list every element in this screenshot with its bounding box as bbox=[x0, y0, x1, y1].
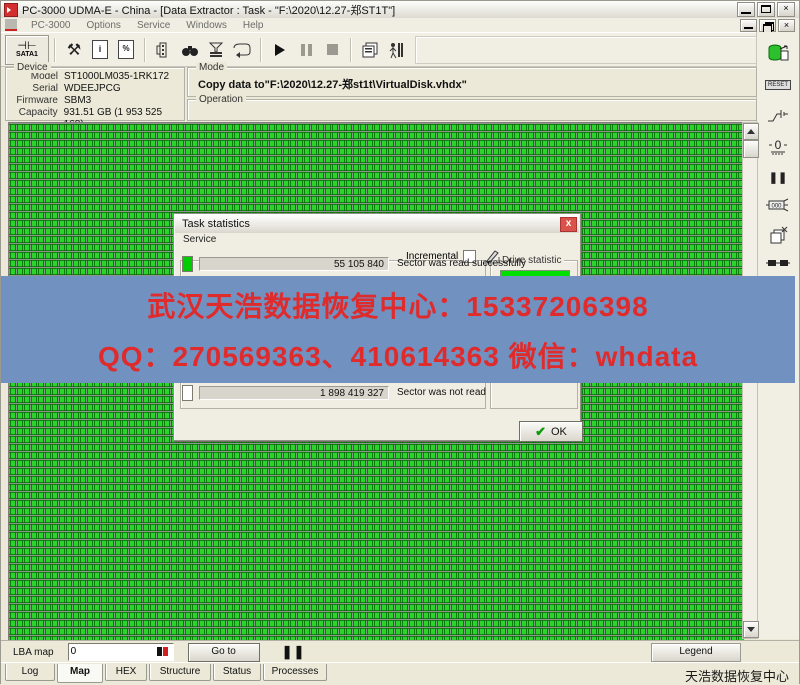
legend-button[interactable]: Legend bbox=[651, 643, 741, 662]
main-window: PC-3000 UDMA-E - China - [Data Extractor… bbox=[0, 0, 800, 684]
menu-pc3000[interactable]: PC-3000 bbox=[23, 20, 78, 31]
start-icon[interactable] bbox=[267, 37, 293, 63]
dialog-title: Task statistics bbox=[182, 218, 250, 230]
lba-input[interactable] bbox=[71, 645, 151, 657]
title-bar: PC-3000 UDMA-E - China - [Data Extractor… bbox=[1, 1, 799, 19]
mode-value: Copy data to"F:\2020\12.27-郑st1t\Virtual… bbox=[188, 68, 756, 92]
tab-status[interactable]: Status bbox=[213, 664, 261, 681]
dialog-close-icon[interactable]: x bbox=[560, 217, 577, 232]
lba-bar: LBA map Go to ❚❚ Legend bbox=[1, 640, 799, 663]
menu-bar: PC-3000 Options Service Windows Help × bbox=[1, 18, 799, 32]
operation-panel-title: Operation bbox=[196, 94, 246, 105]
maximize-button[interactable] bbox=[757, 2, 775, 17]
ok-check-icon: ✔ bbox=[535, 427, 546, 437]
mdi-restore-button[interactable] bbox=[759, 19, 776, 32]
read-ok-count: 55 105 840 bbox=[199, 257, 389, 271]
lba-input-wrap bbox=[68, 643, 174, 661]
copy-sectors-icon[interactable] bbox=[357, 37, 383, 63]
odometer-icon[interactable]: 000 bbox=[757, 192, 799, 218]
ok-button[interactable]: ✔ OK bbox=[519, 421, 583, 442]
menu-help[interactable]: Help bbox=[235, 20, 272, 31]
watermark-line2: QQ：270569363、410614363 微信：whdata bbox=[98, 335, 698, 375]
pause-icon[interactable] bbox=[293, 37, 319, 63]
drive-resources-icon[interactable]: % bbox=[113, 37, 139, 63]
watermark-footer: 天浩数据恢复中心 bbox=[685, 666, 789, 685]
mode-panel: Mode Copy data to"F:\2020\12.27-郑st1t\Vi… bbox=[187, 67, 757, 97]
device-panel-title: Device bbox=[14, 62, 51, 73]
task-icon[interactable] bbox=[151, 37, 177, 63]
stat-row-read-ok: 55 105 840 Sector was read successfully bbox=[182, 256, 526, 271]
app-icon bbox=[4, 3, 18, 17]
zero-gauge-icon[interactable]: 0 bbox=[757, 134, 799, 160]
read-ok-swatch bbox=[182, 256, 193, 272]
read-ok-label: Sector was read successfully bbox=[397, 258, 526, 269]
sata1-port-button[interactable]: ⊣⊢ SATA1 bbox=[5, 35, 49, 65]
scroll-thumb[interactable] bbox=[743, 140, 759, 158]
not-read-count: 1 898 419 327 bbox=[199, 386, 389, 400]
menu-options[interactable]: Options bbox=[78, 20, 128, 31]
mdi-child-icon bbox=[5, 19, 17, 31]
minimize-button[interactable] bbox=[737, 2, 755, 17]
mode-panel-title: Mode bbox=[196, 62, 227, 73]
exit-task-icon[interactable] bbox=[383, 37, 409, 63]
scroll-up-icon[interactable] bbox=[743, 123, 759, 140]
menu-service[interactable]: Service bbox=[129, 20, 178, 31]
dialog-title-bar[interactable]: Task statistics bbox=[175, 215, 579, 233]
tab-map[interactable]: Map bbox=[57, 664, 103, 683]
write-virtual-disk-icon[interactable] bbox=[757, 40, 799, 66]
mdi-close-button[interactable]: × bbox=[778, 19, 795, 32]
mdi-minimize-button[interactable] bbox=[740, 19, 757, 32]
dialog-menu-service[interactable]: Service bbox=[174, 234, 580, 249]
pause-task-icon[interactable]: ❚❚ bbox=[757, 164, 799, 190]
watermark-line1: 武汉天浩数据恢复中心：15337206398 bbox=[147, 285, 648, 325]
clear-copies-icon[interactable] bbox=[757, 222, 799, 248]
goto-button[interactable]: Go to bbox=[188, 643, 260, 662]
export-icon[interactable] bbox=[229, 37, 255, 63]
view-tabs-bar: Log Map HEX Structure Status Processes 天… bbox=[1, 662, 799, 685]
not-read-swatch bbox=[182, 385, 193, 401]
reset-icon[interactable]: RESET bbox=[757, 72, 799, 98]
svg-text:0: 0 bbox=[775, 138, 782, 152]
device-row-serial: SerialWDEEJPCG bbox=[6, 83, 184, 95]
drive-id-icon[interactable]: i bbox=[87, 37, 113, 63]
toolbar-spacer-panel bbox=[415, 36, 793, 64]
device-panel: Device ModelST1000LM035-1RK172 SerialWDE… bbox=[5, 67, 185, 121]
connector-icon[interactable] bbox=[757, 250, 799, 276]
menu-windows[interactable]: Windows bbox=[178, 20, 235, 31]
filter-icon[interactable] bbox=[203, 37, 229, 63]
tab-processes[interactable]: Processes bbox=[263, 664, 327, 681]
close-button[interactable]: × bbox=[777, 2, 795, 17]
power-circuit-icon[interactable] bbox=[757, 104, 799, 130]
operation-panel: Operation bbox=[187, 99, 757, 121]
stop-icon[interactable] bbox=[319, 37, 345, 63]
lba-format-icon[interactable] bbox=[157, 647, 171, 656]
tab-structure[interactable]: Structure bbox=[149, 664, 211, 681]
scroll-down-icon[interactable] bbox=[743, 621, 759, 638]
map-pause-icon[interactable]: ❚❚ bbox=[282, 644, 306, 660]
sata-connector-icon: ⊣⊢ bbox=[17, 42, 36, 51]
lba-map-label: LBA map bbox=[13, 647, 54, 658]
tab-hex[interactable]: HEX bbox=[105, 664, 147, 681]
main-toolbar: ⊣⊢ SATA1 ⚒ i % bbox=[1, 32, 799, 67]
search-icon[interactable] bbox=[177, 37, 203, 63]
stat-row-not-read: 1 898 419 327 Sector was not read bbox=[182, 385, 486, 400]
watermark-banner: 武汉天浩数据恢复中心：15337206398 QQ：270569363、4106… bbox=[1, 276, 795, 383]
not-read-label: Sector was not read bbox=[397, 387, 486, 398]
tab-log[interactable]: Log bbox=[5, 664, 55, 681]
svg-text:000: 000 bbox=[771, 204, 782, 210]
device-row-firmware: FirmwareSBM3 bbox=[6, 95, 184, 107]
utilities-icon[interactable]: ⚒ bbox=[61, 37, 87, 63]
window-title: PC-3000 UDMA-E - China - [Data Extractor… bbox=[22, 2, 395, 18]
